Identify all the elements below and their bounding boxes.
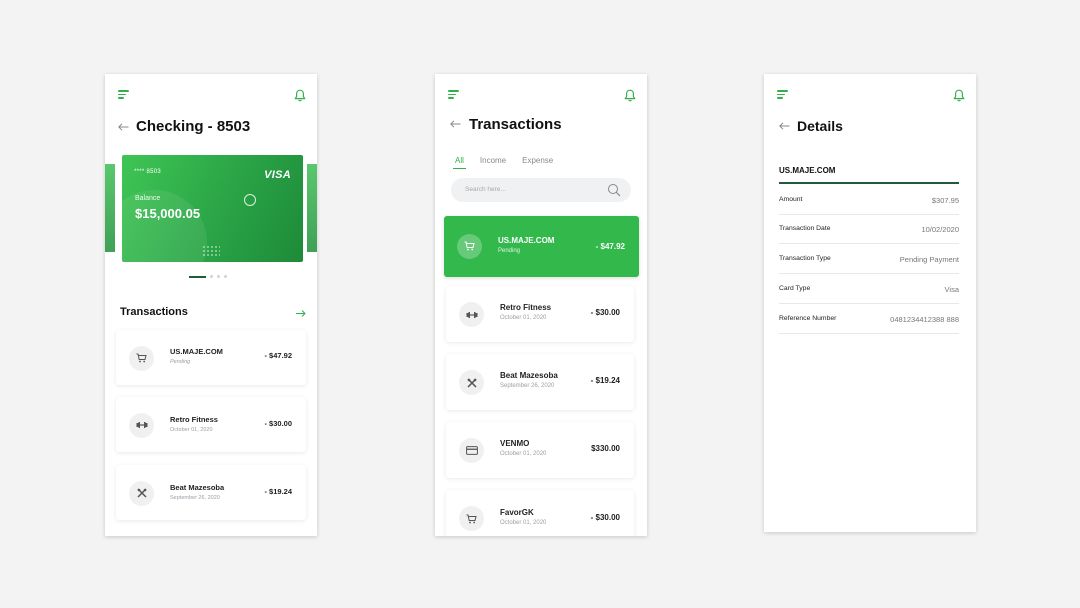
- transaction-amount: - $19.24: [590, 376, 620, 385]
- tab-expense[interactable]: Expense: [522, 156, 553, 168]
- cart-icon: [129, 345, 154, 371]
- transactions-screen: Transactions All Income Expense Search h…: [435, 74, 647, 536]
- back-arrow-icon[interactable]: [118, 123, 129, 131]
- tab-income[interactable]: Income: [480, 156, 506, 168]
- carousel-dot[interactable]: [210, 275, 213, 278]
- detail-row-card-type: Card Type Visa: [779, 274, 959, 304]
- transaction-date: October 01, 2020: [170, 427, 213, 433]
- transaction-name: FavorGK: [500, 508, 534, 517]
- next-card-peek[interactable]: [307, 164, 317, 252]
- balance-amount: $15,000.05: [135, 206, 201, 221]
- details-screen: Details US.MAJE.COM Amount $307.95 Trans…: [764, 74, 976, 532]
- transaction-card[interactable]: Beat Mazesoba September 26, 2020 - $19.2…: [116, 465, 306, 520]
- detail-label: Reference Number: [779, 315, 837, 322]
- tab-all[interactable]: All: [453, 156, 466, 169]
- transaction-amount: - $19.24: [264, 487, 292, 496]
- carousel-indicator[interactable]: [189, 275, 227, 278]
- cart-icon: [459, 506, 484, 531]
- page-title: Details: [797, 118, 843, 134]
- transaction-date: September 26, 2020: [500, 383, 555, 389]
- dumbbell-icon: [459, 302, 484, 327]
- detail-value: $307.95: [931, 196, 959, 205]
- card-icon: [459, 438, 484, 463]
- transaction-card[interactable]: Beat Mazesoba September 26, 2020 - $19.2…: [446, 354, 634, 410]
- merchant-name: US.MAJE.COM: [779, 166, 836, 175]
- detail-value: 10/02/2020: [921, 225, 959, 234]
- transaction-status: Pending: [498, 248, 521, 254]
- transaction-date: September 26, 2020: [170, 495, 220, 501]
- arrow-right-icon[interactable]: [296, 310, 306, 317]
- detail-row-reference: Reference Number 0481234412388 888: [779, 304, 959, 334]
- prev-card-peek[interactable]: [105, 164, 115, 252]
- merchant-divider: [779, 182, 959, 184]
- transaction-date: October 01, 2020: [500, 315, 547, 321]
- card-number: **** 8503: [134, 169, 162, 175]
- transaction-amount: - $30.00: [264, 419, 292, 428]
- transaction-card[interactable]: Retro Fitness October 01, 2020 - $30.00: [446, 286, 634, 342]
- bank-card[interactable]: **** 8503 VISA Balance $15,000.05: [122, 155, 303, 262]
- utensils-icon: [129, 480, 154, 506]
- visa-logo: VISA: [264, 169, 291, 181]
- bell-icon[interactable]: [294, 89, 306, 102]
- carousel-dot[interactable]: [224, 275, 227, 278]
- page-title: Checking - 8503: [136, 118, 251, 135]
- transaction-name: Retro Fitness: [170, 415, 218, 424]
- transaction-card[interactable]: VENMO October 01, 2020 $330.00: [446, 422, 634, 478]
- back-arrow-icon[interactable]: [779, 122, 790, 130]
- transaction-amount: - $47.92: [264, 351, 292, 360]
- transactions-heading: Transactions: [120, 306, 188, 318]
- detail-row-date: Transaction Date 10/02/2020: [779, 214, 959, 244]
- transaction-name: Beat Mazesoba: [170, 483, 225, 492]
- transaction-name: VENMO: [500, 439, 530, 448]
- transaction-card[interactable]: FavorGK October 01, 2020 - $30.00: [446, 490, 634, 536]
- detail-label: Transaction Type: [779, 255, 831, 262]
- search-placeholder: Search here...: [465, 186, 506, 193]
- back-arrow-icon[interactable]: [450, 120, 461, 128]
- transaction-amount: - $30.00: [590, 308, 620, 317]
- detail-label: Amount: [779, 196, 803, 203]
- filter-tabs: All Income Expense: [453, 156, 569, 169]
- transaction-amount: - $47.92: [595, 242, 625, 251]
- transaction-amount: $330.00: [591, 444, 620, 453]
- carousel-dot-active[interactable]: [189, 275, 206, 278]
- utensils-icon: [459, 370, 484, 395]
- detail-value: Pending Payment: [899, 255, 959, 264]
- transaction-amount: - $30.00: [590, 513, 620, 522]
- dumbbell-icon: [129, 412, 154, 438]
- transaction-card[interactable]: US.MAJE.COM Pending - $47.92: [116, 330, 306, 385]
- transaction-name: US.MAJE.COM: [170, 347, 223, 356]
- carousel-dot[interactable]: [217, 275, 220, 278]
- detail-value: 0481234412388 888: [890, 315, 959, 324]
- detail-value: Visa: [944, 285, 959, 294]
- menu-icon[interactable]: [118, 90, 129, 99]
- card-dots-decoration: [202, 245, 220, 257]
- checking-screen: Checking - 8503 **** 8503 VISA Balance $…: [105, 74, 317, 536]
- detail-label: Transaction Date: [779, 225, 831, 232]
- transaction-status: Pending: [170, 359, 191, 365]
- detail-row-type: Transaction Type Pending Payment: [779, 244, 959, 274]
- transaction-card[interactable]: Retro Fitness October 01, 2020 - $30.00: [116, 397, 306, 452]
- cart-icon: [457, 233, 482, 259]
- search-input[interactable]: Search here...: [451, 178, 631, 202]
- transaction-card-selected[interactable]: US.MAJE.COM Pending - $47.92: [444, 216, 639, 277]
- page-title: Transactions: [469, 116, 562, 133]
- menu-icon[interactable]: [777, 90, 788, 99]
- detail-row-amount: Amount $307.95: [779, 185, 959, 215]
- search-icon[interactable]: [607, 183, 621, 197]
- transaction-name: Retro Fitness: [500, 303, 552, 312]
- transaction-name: Beat Mazesoba: [500, 371, 558, 380]
- bell-icon[interactable]: [624, 89, 636, 102]
- menu-icon[interactable]: [448, 90, 459, 99]
- bell-icon[interactable]: [953, 89, 965, 102]
- transaction-name: US.MAJE.COM: [498, 236, 555, 245]
- detail-label: Card Type: [779, 285, 811, 292]
- card-ring-decoration: [244, 194, 256, 206]
- transaction-date: October 01, 2020: [500, 520, 547, 526]
- balance-label: Balance: [135, 195, 161, 202]
- transaction-date: October 01, 2020: [500, 451, 547, 457]
